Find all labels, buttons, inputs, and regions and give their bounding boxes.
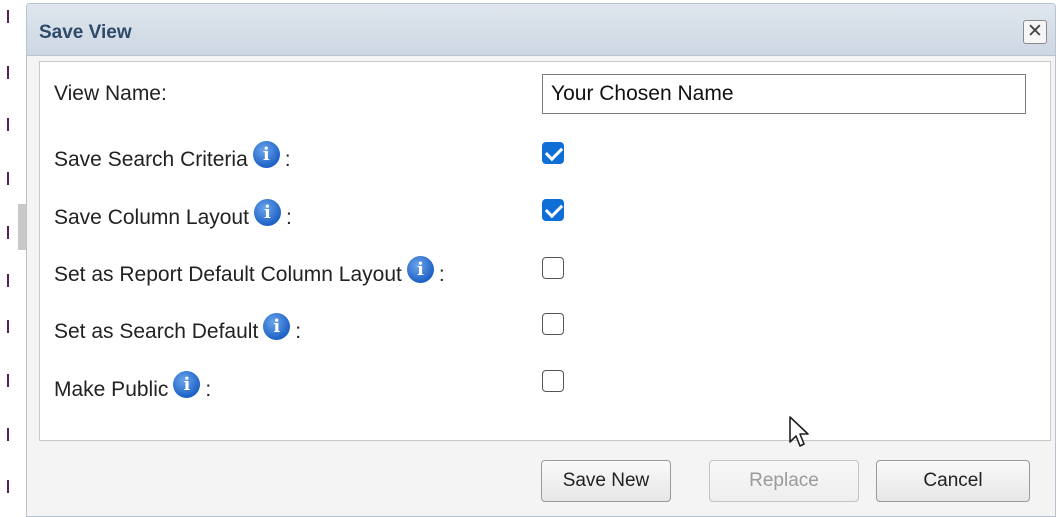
- save-new-button[interactable]: Save New: [541, 460, 671, 502]
- save-view-dialog: Save View ✕ View Name: Save Search Crite…: [26, 3, 1056, 517]
- label-colon: :: [438, 262, 445, 286]
- info-icon[interactable]: i: [252, 141, 280, 168]
- background-page-edge: [0, 0, 26, 517]
- option-label: Set as Report Default Column Layout: [54, 262, 402, 286]
- option-row-make-public: Make Public i :: [54, 371, 212, 403]
- view-name-input[interactable]: [542, 74, 1026, 114]
- background-marker: [7, 428, 9, 441]
- option-label: Save Column Layout: [54, 205, 249, 229]
- option-label: Make Public: [54, 377, 169, 401]
- label-colon: :: [295, 319, 302, 343]
- option-row-save-column-layout: Save Column Layout i :: [54, 199, 292, 231]
- background-marker: [7, 118, 9, 131]
- make-public-checkbox[interactable]: [542, 370, 564, 392]
- view-name-label: View Name:: [54, 82, 167, 105]
- option-label: Save Search Criteria: [54, 147, 248, 171]
- label-colon: :: [284, 147, 291, 171]
- background-marker: [7, 274, 9, 287]
- background-marker: [7, 172, 9, 185]
- search-default-checkbox[interactable]: [542, 313, 564, 335]
- dialog-titlebar[interactable]: Save View ✕: [27, 4, 1055, 56]
- dialog-content: View Name: Save Search Criteria i : Save…: [39, 61, 1051, 441]
- option-label: Set as Search Default: [54, 319, 259, 343]
- option-row-report-default-layout: Set as Report Default Column Layout i :: [54, 256, 445, 288]
- background-marker: [7, 226, 9, 239]
- view-name-row: View Name:: [54, 82, 167, 106]
- info-icon[interactable]: i: [263, 313, 291, 340]
- mouse-cursor-icon: [789, 416, 809, 447]
- label-colon: :: [205, 377, 212, 401]
- background-marker: [7, 320, 9, 333]
- dialog-title: Save View: [39, 22, 132, 43]
- save-column-layout-checkbox[interactable]: [542, 199, 564, 221]
- save-search-criteria-checkbox[interactable]: [542, 142, 564, 164]
- close-button[interactable]: ✕: [1023, 20, 1047, 44]
- background-marker: [7, 66, 9, 79]
- label-colon: :: [285, 205, 292, 229]
- background-marker: [7, 10, 9, 23]
- background-marker: [7, 374, 9, 387]
- info-icon[interactable]: i: [406, 256, 434, 283]
- background-marker: [7, 480, 9, 493]
- cancel-button[interactable]: Cancel: [876, 460, 1030, 502]
- info-icon[interactable]: i: [173, 371, 201, 398]
- background-scrollbar[interactable]: [18, 204, 26, 250]
- option-row-save-search-criteria: Save Search Criteria i :: [54, 141, 291, 173]
- close-icon: ✕: [1027, 21, 1043, 42]
- info-icon[interactable]: i: [253, 199, 281, 226]
- option-row-search-default: Set as Search Default i :: [54, 313, 302, 345]
- replace-button[interactable]: Replace: [709, 460, 859, 502]
- report-default-layout-checkbox[interactable]: [542, 257, 564, 279]
